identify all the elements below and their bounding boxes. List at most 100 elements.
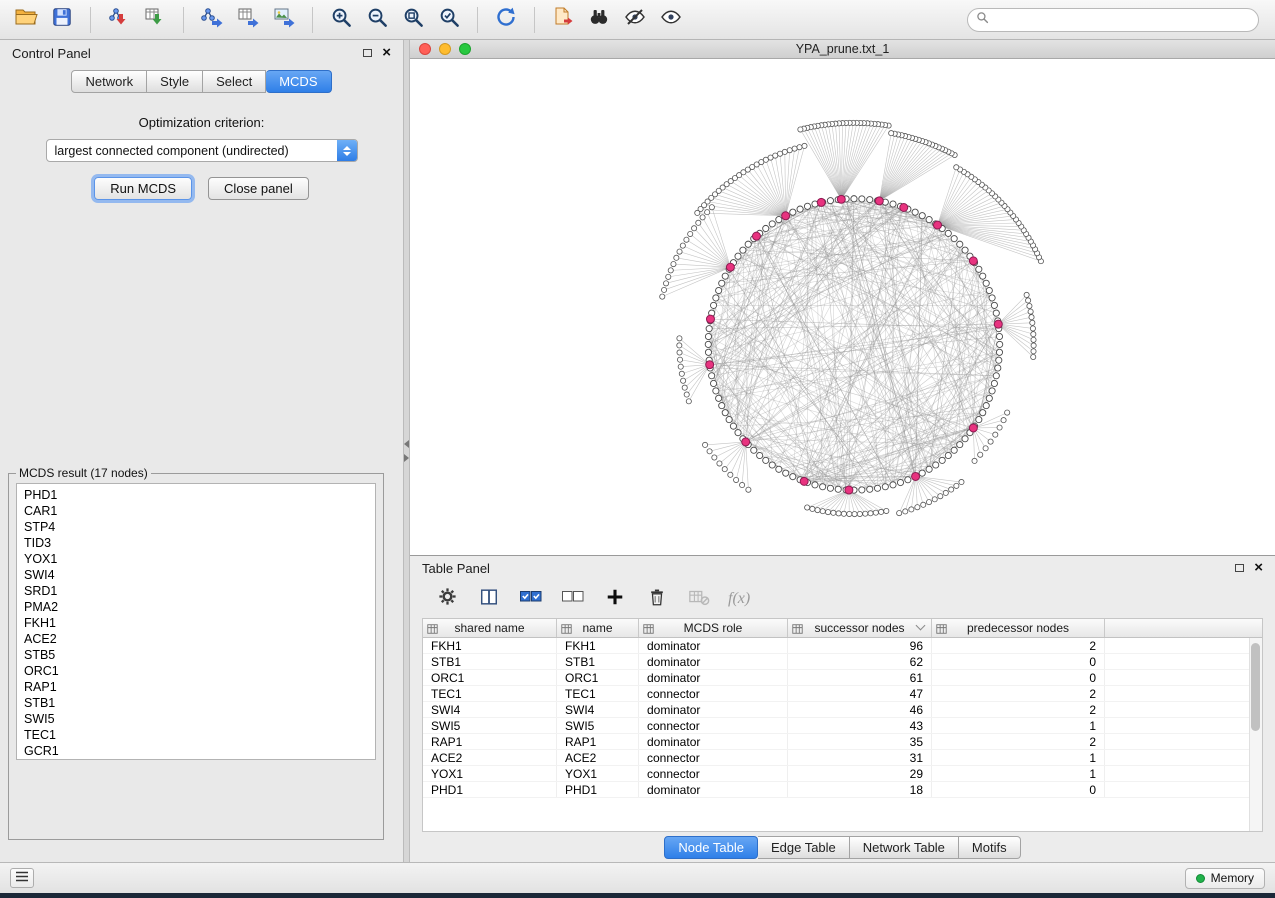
mcds-result-item[interactable]: ORC1 [17, 663, 375, 679]
mcds-result-item[interactable]: CAR1 [17, 503, 375, 519]
table-cell: 0 [932, 782, 1105, 797]
mcds-result-item[interactable]: STP4 [17, 519, 375, 535]
column-label: MCDS role [684, 621, 743, 635]
apply-layout-button[interactable] [490, 5, 522, 35]
eye-slash-icon [623, 5, 647, 34]
table-cell: 2 [932, 638, 1105, 653]
column-header-name[interactable]: name [557, 619, 639, 637]
task-history-button[interactable] [10, 868, 34, 888]
clone-network-button[interactable] [547, 5, 579, 35]
table-scrollbar[interactable] [1249, 638, 1262, 831]
open-session-button[interactable] [10, 5, 42, 35]
tab-network[interactable]: Network [71, 70, 147, 93]
run-mcds-button[interactable]: Run MCDS [94, 177, 192, 200]
find-button[interactable] [583, 5, 615, 35]
zoom-selected-button[interactable] [433, 5, 465, 35]
mcds-result-item[interactable]: TID3 [17, 535, 375, 551]
delete-column-button[interactable] [644, 586, 670, 612]
table-cell: RAP1 [557, 734, 639, 749]
mcds-result-item[interactable]: PHD1 [17, 487, 375, 503]
float-panel-icon[interactable] [363, 49, 372, 57]
show-columns-button[interactable] [476, 586, 502, 612]
save-session-button[interactable] [46, 5, 78, 35]
memory-button[interactable]: Memory [1185, 868, 1265, 889]
show-details-button[interactable] [655, 5, 687, 35]
mcds-result-item[interactable]: TEC1 [17, 727, 375, 743]
maximize-window-icon[interactable] [459, 43, 471, 55]
tab-mcds[interactable]: MCDS [266, 70, 331, 93]
control-panel-header: Control Panel × [0, 40, 403, 66]
zoom-fit-icon [402, 6, 425, 34]
table-row[interactable]: SWI5SWI5connector431 [423, 718, 1262, 734]
mcds-result-item[interactable]: STB5 [17, 647, 375, 663]
table-row[interactable]: PHD1PHD1dominator180 [423, 782, 1262, 798]
table-cell: TEC1 [557, 686, 639, 701]
table-row[interactable]: RAP1RAP1dominator352 [423, 734, 1262, 750]
table-row[interactable]: TEC1TEC1connector472 [423, 686, 1262, 702]
float-table-panel-icon[interactable] [1235, 564, 1244, 572]
export-network-icon [200, 5, 224, 34]
close-panel-button[interactable]: Close panel [208, 177, 309, 200]
close-window-icon[interactable] [419, 43, 431, 55]
tab-select[interactable]: Select [203, 70, 266, 93]
table-row[interactable]: YOX1YOX1connector291 [423, 766, 1262, 782]
panel-splitter[interactable] [403, 40, 410, 862]
import-network-button[interactable] [103, 5, 135, 35]
table-row[interactable]: ORC1ORC1dominator610 [423, 670, 1262, 686]
table-cell: 43 [788, 718, 932, 733]
hide-details-button[interactable] [619, 5, 651, 35]
control-panel: Control Panel × Network Style Select MCD… [0, 40, 403, 862]
mcds-result-item[interactable]: RAP1 [17, 679, 375, 695]
zoom-out-button[interactable] [361, 5, 393, 35]
tab-motifs[interactable]: Motifs [959, 836, 1021, 859]
mcds-result-item[interactable]: SRD1 [17, 583, 375, 599]
import-table-button[interactable] [139, 5, 171, 35]
deselect-all-button[interactable] [560, 586, 586, 612]
column-header-shared-name[interactable]: shared name [423, 619, 557, 637]
zoom-in-button[interactable] [325, 5, 357, 35]
column-label: name [582, 621, 612, 635]
mcds-result-item[interactable]: SWI5 [17, 711, 375, 727]
mcds-result-item[interactable]: FKH1 [17, 615, 375, 631]
table-clear-icon [688, 587, 710, 612]
table-cell: connector [639, 766, 788, 781]
column-header-predecessor-nodes[interactable]: predecessor nodes [932, 619, 1105, 637]
network-canvas[interactable] [410, 59, 1275, 555]
column-header-mcds-role[interactable]: MCDS role [639, 619, 788, 637]
export-network-button[interactable] [196, 5, 228, 35]
criterion-dropdown[interactable]: largest connected component (undirected) [46, 139, 358, 162]
table-row[interactable]: ACE2ACE2connector311 [423, 750, 1262, 766]
mcds-result-item[interactable]: ACE2 [17, 631, 375, 647]
scrollbar-thumb[interactable] [1251, 643, 1260, 731]
tab-style[interactable]: Style [147, 70, 203, 93]
mcds-result-item[interactable]: PMA2 [17, 599, 375, 615]
table-row[interactable]: STB1STB1dominator620 [423, 654, 1262, 670]
mcds-result-item[interactable]: GCR1 [17, 743, 375, 759]
column-header-successor-nodes[interactable]: successor nodes [788, 619, 932, 637]
table-cell: 96 [788, 638, 932, 653]
mcds-result-list[interactable]: PHD1CAR1STP4TID3YOX1SWI4SRD1PMA2FKH1ACE2… [16, 483, 376, 760]
minimize-window-icon[interactable] [439, 43, 451, 55]
select-all-checkboxes-icon [519, 587, 543, 612]
mcds-result-item[interactable]: STB1 [17, 695, 375, 711]
search-input[interactable] [994, 12, 1250, 28]
table-row[interactable]: SWI4SWI4dominator462 [423, 702, 1262, 718]
export-image-button[interactable] [268, 5, 300, 35]
select-all-button[interactable] [518, 586, 544, 612]
close-panel-icon[interactable]: × [382, 47, 391, 59]
export-table-button[interactable] [232, 5, 264, 35]
table-settings-button[interactable] [434, 586, 460, 612]
add-column-button[interactable] [602, 586, 628, 612]
table-cell: 61 [788, 670, 932, 685]
mcds-result-item[interactable]: SWI4 [17, 567, 375, 583]
table-cell: dominator [639, 654, 788, 669]
close-table-panel-icon[interactable]: × [1254, 562, 1263, 574]
zoom-fit-button[interactable] [397, 5, 429, 35]
tab-node-table[interactable]: Node Table [664, 836, 758, 859]
mcds-result-item[interactable]: YOX1 [17, 551, 375, 567]
network-window-title: YPA_prune.txt_1 [410, 42, 1275, 56]
table-row[interactable]: FKH1FKH1dominator962 [423, 638, 1262, 654]
table-cell: ACE2 [423, 750, 557, 765]
tab-edge-table[interactable]: Edge Table [758, 836, 850, 859]
tab-network-table[interactable]: Network Table [850, 836, 959, 859]
